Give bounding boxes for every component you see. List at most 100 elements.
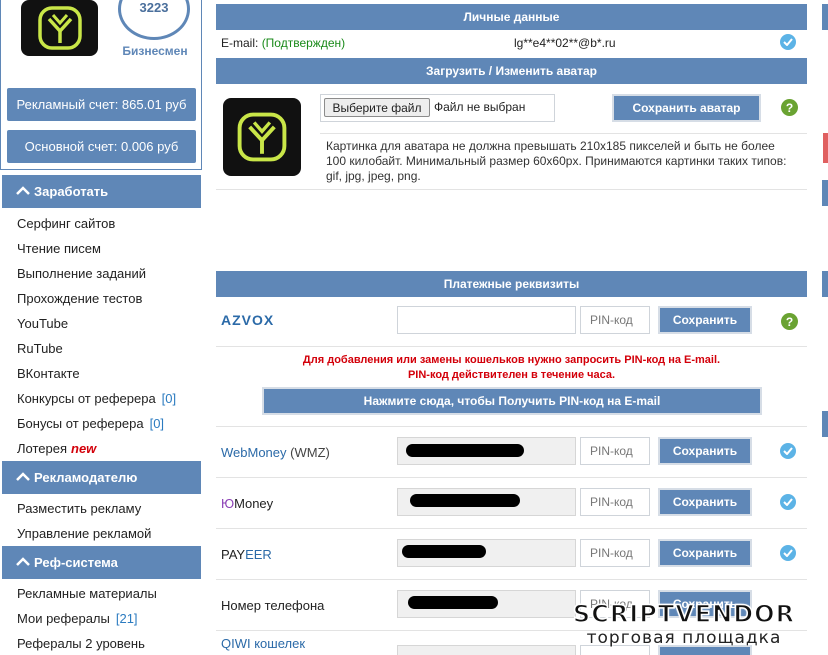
count-badge: [21] (115, 611, 138, 626)
sidebar-item-manage-ads[interactable]: Управление рекламой (17, 521, 151, 546)
section-referral-title: Реф-система (34, 555, 118, 570)
chevron-up-icon (16, 470, 32, 485)
watermark: SCRIPTVENDOR торговая площадка (548, 599, 820, 655)
section-earn-title: Заработать (34, 184, 109, 199)
chevron-up-icon (16, 184, 32, 199)
edge-bar (822, 271, 828, 297)
no-file-label: Файл не выбран (434, 100, 526, 114)
sidebar-item-referrer-bonuses[interactable]: Бонусы от реферера [0] (17, 411, 164, 436)
brand-logo-icon (237, 112, 287, 162)
email-label: E-mail: (221, 36, 259, 50)
section-referral-header[interactable]: Реф-система (2, 546, 201, 579)
verified-check-icon (780, 443, 796, 459)
payeer-name: EER (245, 547, 272, 562)
sidebar-item-label: Конкурсы от реферера (17, 391, 156, 406)
sidebar-item-label: Мои рефералы (17, 611, 110, 626)
personal-data-header: Личные данные (216, 4, 807, 30)
avatar-preview (223, 98, 301, 176)
webmoney-pin-input[interactable]: PIN-код (580, 437, 650, 465)
redacted-value (408, 596, 498, 609)
divider (216, 477, 807, 478)
section-earn-header[interactable]: Заработать (2, 175, 201, 208)
count-badge: [0] (149, 416, 165, 431)
edge-bar (822, 180, 828, 206)
payeer-label: PAYEER (221, 547, 272, 562)
redacted-value (402, 545, 486, 558)
help-icon[interactable]: ? (781, 313, 798, 330)
count-badge: [0] (161, 391, 177, 406)
pin-warning-line2: PIN-код действителен в течение часа. (407, 369, 616, 381)
azvox-wallet-input[interactable] (397, 306, 576, 334)
section-advertiser-title: Рекламодателю (34, 470, 138, 485)
ad-account-button[interactable]: Рекламный счет: 865.01 руб (7, 88, 196, 121)
sidebar-item-surfing[interactable]: Серфинг сайтов (17, 211, 115, 236)
avatar-note: Картинка для аватара не должна превышать… (326, 139, 787, 183)
pin-warning-line1: Для добавления или замены кошельков нужн… (302, 354, 721, 366)
watermark-subtitle: торговая площадка (586, 628, 782, 648)
sidebar-item-tests[interactable]: Прохождение тестов (17, 286, 142, 311)
divider (216, 189, 807, 190)
sidebar-item-referrer-contests[interactable]: Конкурсы от реферера [0] (17, 386, 176, 411)
brand-logo-icon (37, 6, 82, 50)
main-account-button[interactable]: Основной счет: 0.006 руб (7, 130, 196, 163)
help-icon[interactable]: ? (781, 99, 798, 116)
sidebar-item-ad-materials[interactable]: Рекламные материалы (17, 581, 157, 606)
azvox-pin-input[interactable]: PIN-код (580, 306, 650, 334)
verified-check-icon (780, 34, 796, 50)
sidebar-item-lottery[interactable]: Лотерея new (17, 436, 96, 461)
sidebar-item-tasks[interactable]: Выполнение заданий (17, 261, 146, 286)
watermark-title: SCRIPTVENDOR (572, 599, 796, 629)
sidebar-item-vkontakte[interactable]: ВКонтакте (17, 361, 80, 386)
verified-check-icon (780, 494, 796, 510)
email-value: lg**e4**02**@b*.ru (514, 36, 616, 50)
edge-bar (822, 4, 828, 30)
yoomoney-prefix: Ю (221, 496, 235, 511)
edge-tab (823, 133, 828, 163)
pin-warning: Для добавления или замены кошельков нужн… (216, 353, 807, 383)
email-label-row: E-mail: (Подтвержден) (221, 36, 345, 50)
divider (216, 346, 807, 347)
webmoney-save-button[interactable]: Сохранить (658, 437, 752, 465)
save-avatar-button[interactable]: Сохранить аватар (612, 94, 761, 122)
rating-value: 3223 (139, 0, 169, 15)
divider (216, 528, 807, 529)
webmoney-name: WebMoney (221, 445, 287, 460)
sidebar-item-mail-reading[interactable]: Чтение писем (17, 236, 101, 261)
choose-file-button[interactable]: Выберите файл (324, 98, 430, 117)
email-status: (Подтвержден) (261, 36, 346, 50)
webmoney-suffix: (WMZ) (290, 445, 330, 460)
divider (216, 579, 807, 580)
section-advertiser-header[interactable]: Рекламодателю (2, 461, 201, 494)
azvox-logo: AZVOX (221, 312, 275, 328)
azvox-save-button[interactable]: Сохранить (658, 306, 752, 334)
payeer-pin-input[interactable]: PIN-код (580, 539, 650, 567)
sidebar-item-my-referrals[interactable]: Мои рефералы [21] (17, 606, 138, 631)
user-status: Бизнесмен (122, 44, 188, 58)
divider (320, 133, 807, 134)
redacted-value (406, 444, 524, 457)
sidebar-item-label: Бонусы от реферера (17, 416, 144, 431)
divider (216, 426, 807, 427)
yoomoney-pin-input[interactable]: PIN-код (580, 488, 650, 516)
avatar-header: Загрузить / Изменить аватар (216, 58, 807, 84)
payments-header: Платежные реквизиты (216, 271, 807, 297)
chevron-up-icon (16, 555, 32, 570)
sidebar-item-place-ad[interactable]: Разместить рекламу (17, 496, 141, 521)
payeer-save-button[interactable]: Сохранить (658, 539, 752, 567)
yoomoney-label: ЮMoney (221, 496, 273, 511)
edge-bar (822, 411, 828, 437)
verified-check-icon (780, 545, 796, 561)
sidebar-item-rutube[interactable]: RuTube (17, 336, 63, 361)
yoomoney-save-button[interactable]: Сохранить (658, 488, 752, 516)
new-badge: new (71, 441, 97, 456)
sidebar-item-referrals-level2[interactable]: Рефералы 2 уровень (17, 631, 145, 655)
get-pin-button[interactable]: Нажмите сюда, чтобы Получить PIN-код на … (262, 387, 762, 415)
avatar[interactable] (21, 0, 98, 56)
phone-label: Номер телефона (221, 598, 325, 613)
yoomoney-name: Money (234, 496, 274, 511)
sidebar-item-youtube[interactable]: YouTube (17, 311, 68, 336)
webmoney-label: WebMoney (WMZ) (221, 445, 330, 460)
redacted-value (410, 494, 520, 507)
qiwi-label: QIWI кошелек (221, 636, 306, 651)
payeer-prefix: PAY (221, 547, 246, 562)
